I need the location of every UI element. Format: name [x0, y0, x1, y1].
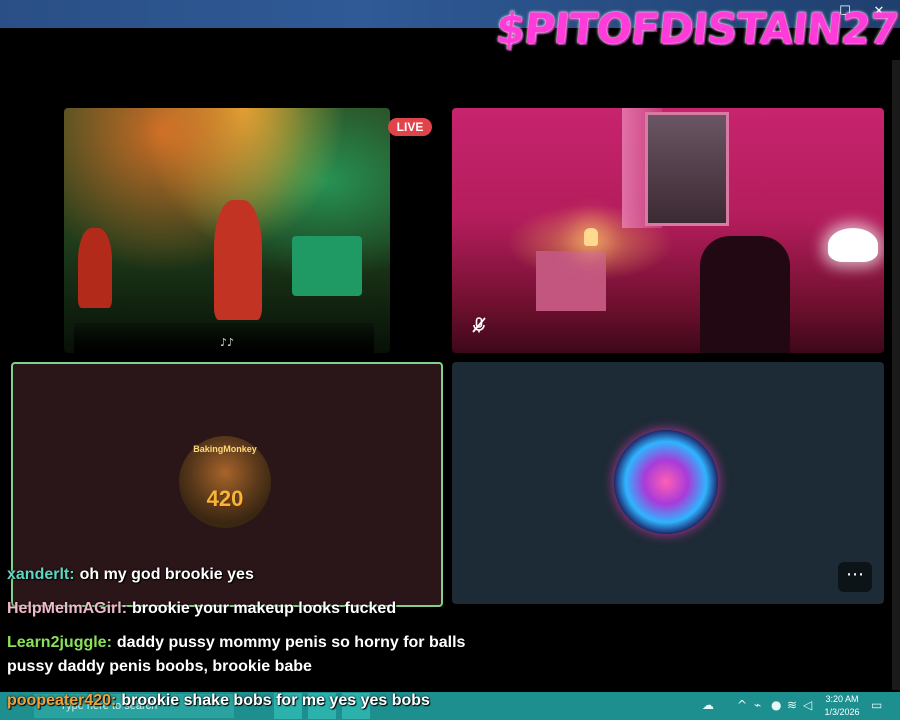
avatar-monkey: BakingMonkey 420 — [179, 436, 271, 528]
chat-username: HelpMeImAGirl: — [7, 600, 128, 617]
video-tile-concert[interactable] — [64, 108, 390, 353]
avatar-monkey-name: BakingMonkey — [193, 444, 257, 454]
chat-text: brookie your makeup looks fucked — [132, 600, 397, 617]
avatar-monkey-number: 420 — [206, 486, 244, 511]
taskbar-clock[interactable]: 3:20 AM 1/3/2026 — [824, 693, 860, 719]
chat-text: daddy pussy mommy penis so horny for bal… — [116, 634, 466, 651]
chat-username: xanderlt: — [7, 566, 75, 583]
chat-text: oh my god brookie yes — [79, 566, 254, 583]
scrollbar[interactable] — [892, 60, 900, 690]
chat-username: Learn2juggle: — [7, 634, 112, 651]
avatar-skull — [614, 430, 718, 534]
chat-text: brookie shake bobs for me yes yes bobs — [121, 692, 430, 709]
network-icon[interactable]: ⌁ — [754, 698, 761, 712]
chat-message: xanderlt: oh my god brookie yes — [7, 566, 254, 584]
chat-username: poopeater420: — [7, 692, 117, 709]
microphone-icon[interactable]: ● — [771, 698, 781, 712]
performer-figure — [214, 200, 262, 320]
clock-date: 1/3/2026 — [824, 707, 860, 717]
video-tile-bedroom[interactable] — [452, 108, 884, 353]
lamp — [584, 228, 598, 246]
chat-text: pussy daddy penis boobs, brookie babe — [7, 658, 312, 675]
wifi-icon[interactable]: ≋ — [787, 698, 797, 712]
live-badge: LIVE — [388, 118, 432, 136]
gaming-chair — [700, 236, 790, 353]
notifications-icon[interactable]: ▭ — [871, 698, 882, 712]
music-note-icon: ♪♪ — [220, 336, 235, 349]
chat-message: poopeater420: brookie shake bobs for me y… — [7, 692, 430, 710]
muted-microphone-icon — [472, 317, 486, 333]
chat-message: HelpMeImAGirl: brookie your makeup looks … — [7, 600, 396, 618]
volume-icon[interactable]: ◁ — [803, 698, 812, 712]
stage-screen — [292, 236, 362, 296]
weather-icon[interactable]: ☁ — [702, 698, 714, 712]
chevron-up-icon[interactable]: ^ — [737, 698, 747, 712]
chat-message-continuation: pussy daddy penis boobs, brookie babe — [7, 658, 312, 676]
clock-time: 3:20 AM — [825, 694, 859, 704]
light-reflection — [828, 228, 878, 262]
more-options-button[interactable]: ⋯ — [838, 562, 872, 592]
window — [645, 112, 729, 226]
nightstand — [536, 251, 606, 311]
performer-figure — [78, 228, 112, 308]
chat-message: Learn2juggle: daddy pussy mommy penis so … — [7, 634, 465, 652]
channel-brand-title: $PITOFDISTAIN27 — [493, 4, 900, 53]
